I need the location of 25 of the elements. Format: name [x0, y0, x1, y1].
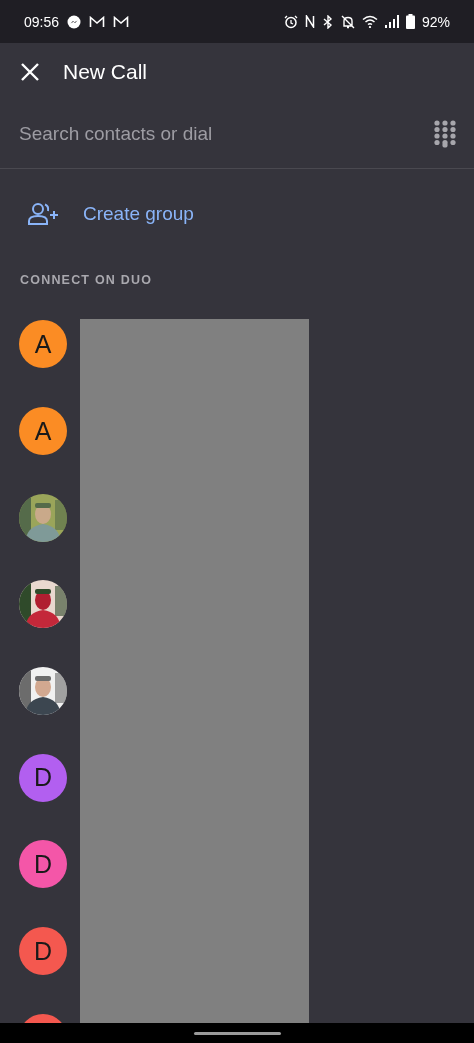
signal-icon [384, 15, 399, 28]
contact-avatar[interactable]: D [19, 840, 67, 889]
bluetooth-icon [321, 14, 334, 29]
mail-icon [113, 15, 130, 28]
battery-percentage: 92% [421, 13, 450, 30]
status-time: 09:56 [24, 13, 60, 30]
alarm-icon [283, 14, 298, 29]
contact-avatar[interactable]: D [19, 927, 67, 976]
mail-icon [89, 15, 106, 28]
contact-avatar[interactable]: A [19, 320, 67, 369]
home-handle[interactable] [193, 1031, 281, 1035]
section-heading: CONNECT ON DUO [20, 274, 153, 287]
contact-avatar[interactable]: D [19, 753, 67, 802]
add-people-icon[interactable] [27, 201, 59, 226]
bell-off-icon [340, 14, 355, 29]
nfc-icon [304, 15, 315, 28]
create-group-link[interactable]: Create group [83, 202, 194, 225]
contact-avatar[interactable]: A [19, 407, 67, 456]
search-field[interactable]: Search contacts or dial [19, 123, 434, 145]
screen-title: New Call [63, 59, 148, 84]
close-icon[interactable] [19, 60, 41, 83]
battery-icon [405, 14, 415, 29]
messenger-icon [67, 14, 82, 29]
wifi-icon [361, 15, 378, 28]
dialpad-icon[interactable] [434, 120, 456, 148]
